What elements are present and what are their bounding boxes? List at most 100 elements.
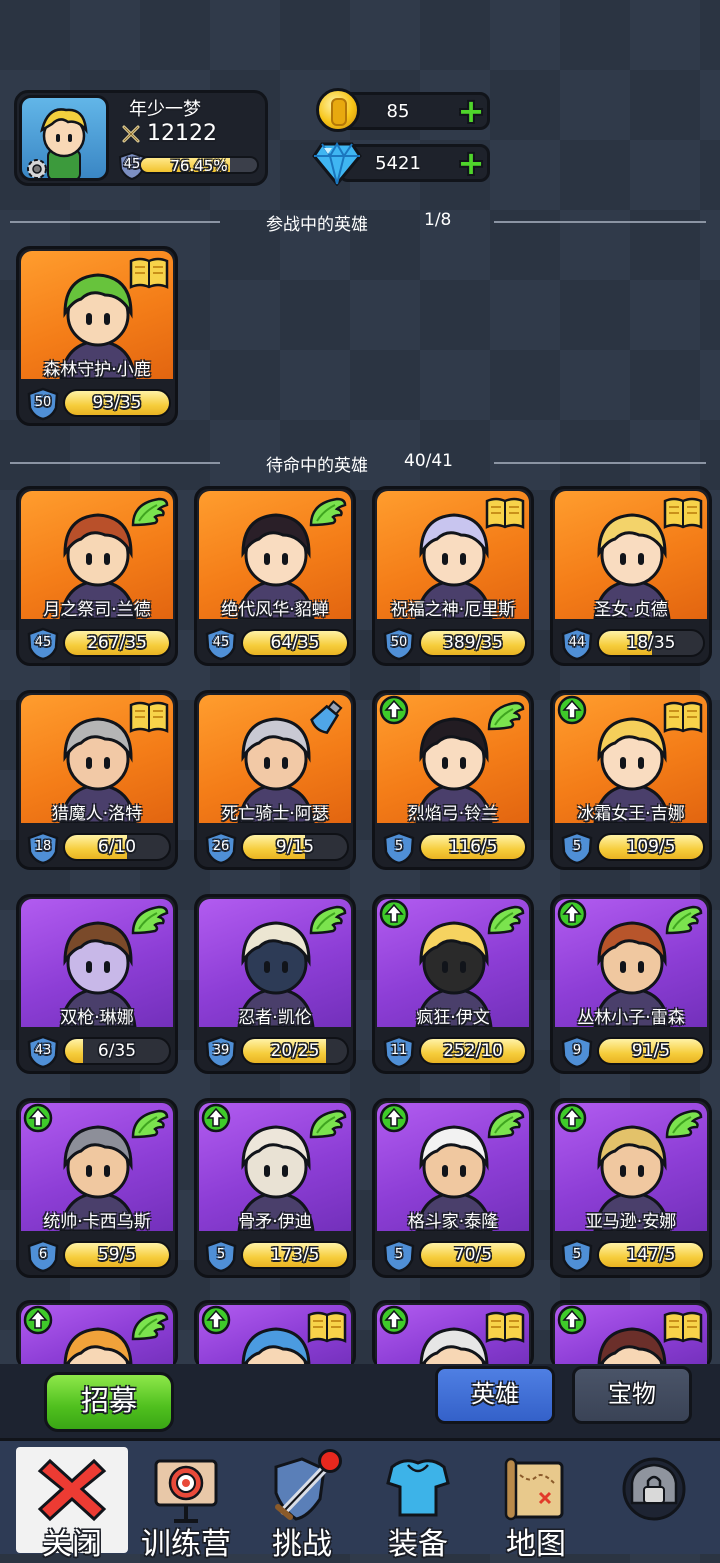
add-gems-button[interactable]: +: [456, 147, 486, 179]
book-icon: [485, 1311, 525, 1343]
divider: [494, 462, 706, 464]
hero-card[interactable]: 圣女·贞德 44 18/35: [550, 486, 712, 666]
hero-card[interactable]: 骨矛·伊迪 5 173/5: [194, 1098, 356, 1278]
nav-training-camp[interactable]: 训练营: [130, 1447, 242, 1562]
hero-shard-count: 91/5: [631, 1041, 671, 1061]
challenge-notification-badge: [318, 1449, 342, 1473]
tab-heroes[interactable]: 英雄: [435, 1366, 555, 1424]
hero-level-badge: 9: [560, 1035, 594, 1069]
hero-level: 18: [34, 839, 52, 854]
wing-icon: [309, 1109, 347, 1139]
nav-equipment[interactable]: 装备: [362, 1447, 474, 1562]
player-panel[interactable]: 年少一梦 12122 45 76.45%: [14, 90, 268, 186]
hero-level: 44: [568, 635, 586, 650]
divider: [494, 221, 706, 223]
player-avatar[interactable]: [19, 95, 109, 181]
hero-level-badge: 5: [382, 831, 416, 865]
hero-level: 5: [394, 1247, 404, 1262]
hero-card[interactable]: 冰霜女王·吉娜 5 109/5: [550, 690, 712, 870]
hero-shard-count: 147/5: [626, 1245, 676, 1265]
add-gold-button[interactable]: +: [456, 95, 486, 127]
wing-icon: [131, 1311, 169, 1341]
hero-shard-count: 59/5: [97, 1245, 137, 1265]
hero-card[interactable]: 统帅·卡西乌斯 6 59/5: [16, 1098, 178, 1278]
hero-shard-progress: 116/5: [419, 833, 527, 861]
hero-shard-count: 116/5: [448, 837, 498, 857]
hero-level-badge: 5: [560, 1239, 594, 1273]
hero-name: 忍者·凯伦: [238, 1008, 312, 1027]
upgrade-arrow-icon: [23, 1305, 53, 1335]
armor-icon: [386, 1459, 450, 1517]
nav-map-label: 地图: [506, 1527, 566, 1562]
tab-treasure[interactable]: 宝物: [572, 1366, 692, 1424]
hero-card[interactable]: [372, 1300, 534, 1370]
hero-shard-progress: 173/5: [241, 1241, 349, 1269]
gold-counter: 85 +: [338, 92, 490, 130]
hero-card[interactable]: 烈焰弓·铃兰 5 116/5: [372, 690, 534, 870]
hero-name: 森林守护·小鹿: [43, 360, 151, 379]
hero-card[interactable]: 疯狂·伊文 11 252/10: [372, 894, 534, 1074]
hero-shard-progress: 389/35: [419, 629, 527, 657]
hero-level: 6: [38, 1247, 48, 1262]
hero-shard-count: 70/5: [453, 1245, 493, 1265]
hero-card[interactable]: 猎魔人·洛特 18 6/10: [16, 690, 178, 870]
wing-icon: [309, 905, 347, 935]
hero-card[interactable]: [550, 1300, 712, 1370]
potion-icon: [310, 700, 343, 734]
wing-icon: [131, 497, 169, 527]
nav-locked[interactable]: [598, 1447, 710, 1553]
hero-card[interactable]: 月之祭司·兰德 45 267/35: [16, 486, 178, 666]
hero-shard-progress: 109/5: [597, 833, 705, 861]
hero-card[interactable]: 忍者·凯伦 39 20/25: [194, 894, 356, 1074]
hero-name: 亚马逊·安娜: [585, 1212, 677, 1231]
nav-close[interactable]: 关闭: [16, 1447, 128, 1562]
hero-shard-progress: 18/35: [597, 629, 705, 657]
upgrade-arrow-icon: [379, 1103, 409, 1133]
hero-card[interactable]: [16, 1300, 178, 1370]
upgrade-arrow-icon: [557, 695, 587, 725]
upgrade-arrow-icon: [23, 1103, 53, 1133]
locked-icon: [622, 1457, 686, 1521]
upgrade-arrow-icon: [379, 1305, 409, 1335]
hero-card[interactable]: [194, 1300, 356, 1370]
nav-challenge[interactable]: 挑战: [246, 1447, 358, 1562]
hero-shard-progress: 6/35: [63, 1037, 171, 1065]
hero-name: 骨矛·伊迪: [238, 1212, 312, 1231]
hero-shard-progress: 20/25: [241, 1037, 349, 1065]
hero-card[interactable]: 森林守护·小鹿 50 93/35: [16, 246, 178, 426]
hero-shard-progress: 70/5: [419, 1241, 527, 1269]
hero-name: 祝福之神·厄里斯: [390, 600, 516, 619]
hero-shard-count: 267/35: [87, 633, 147, 653]
upgrade-arrow-icon: [201, 1305, 231, 1335]
hero-level: 45: [212, 635, 230, 650]
hero-level-badge: 6: [26, 1239, 60, 1273]
player-xp: 45 76.45%: [117, 151, 261, 181]
hero-shard-progress: 252/10: [419, 1037, 527, 1065]
nav-map[interactable]: 地图: [480, 1447, 592, 1562]
hero-shard-progress: 93/35: [63, 389, 171, 417]
wing-icon: [487, 701, 525, 731]
hero-card[interactable]: 祝福之神·厄里斯 50 389/35: [372, 486, 534, 666]
diamond-gem-icon: [312, 142, 362, 186]
hero-shard-progress: 267/35: [63, 629, 171, 657]
wing-icon: [487, 1109, 525, 1139]
hero-card[interactable]: 死亡骑士·阿瑟 26 9/15: [194, 690, 356, 870]
target-icon: [154, 1459, 218, 1523]
hero-shard-count: 64/35: [270, 633, 320, 653]
hero-card[interactable]: 绝代风华·貂蝉 45 64/35: [194, 486, 356, 666]
hero-card[interactable]: 双枪·琳娜 43 6/35: [16, 894, 178, 1074]
divider: [10, 462, 220, 464]
hero-level: 5: [572, 1247, 582, 1262]
main-nav-bar: 关闭 训练营 挑战 装备 地图: [0, 1438, 720, 1562]
hero-level: 11: [390, 1043, 408, 1058]
bottom-action-bar: 招募 英雄 宝物: [0, 1364, 720, 1444]
hero-card[interactable]: 亚马逊·安娜 5 147/5: [550, 1098, 712, 1278]
recruit-button[interactable]: 招募: [44, 1372, 174, 1432]
settings-gear-icon[interactable]: [24, 156, 50, 181]
upgrade-arrow-icon: [379, 899, 409, 929]
hero-level-badge: 50: [26, 387, 60, 421]
hero-card[interactable]: 丛林小子·雷森 9 91/5: [550, 894, 712, 1074]
standby-heroes-label: 待命中的英雄: [266, 456, 368, 476]
hero-name: 丛林小子·雷森: [577, 1008, 685, 1027]
hero-card[interactable]: 格斗家·泰隆 5 70/5: [372, 1098, 534, 1278]
